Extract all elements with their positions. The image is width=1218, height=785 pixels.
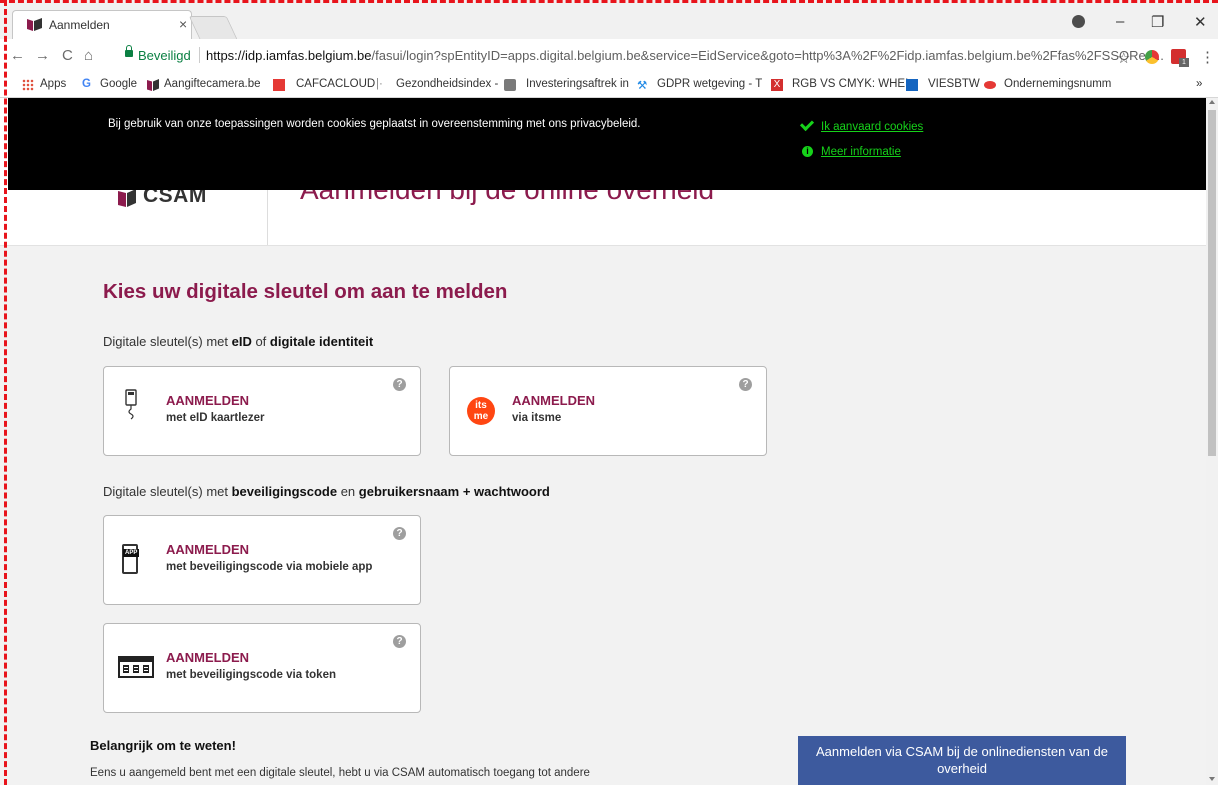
login-itsme-card[interactable]: its me AANMELDEN via itsme ? bbox=[449, 366, 767, 456]
card-title: AANMELDEN bbox=[512, 393, 596, 408]
help-icon[interactable]: ? bbox=[739, 378, 752, 391]
lips-icon bbox=[984, 81, 996, 89]
gavel-icon: ⚒ bbox=[637, 80, 648, 92]
accept-cookies-link[interactable]: Ik aanvaard cookies bbox=[821, 121, 923, 133]
minimize-button[interactable]: – bbox=[1116, 13, 1124, 30]
bookmark-star-icon[interactable]: ☆ bbox=[1117, 49, 1130, 67]
csam-logo-icon bbox=[118, 189, 136, 207]
address-bar[interactable]: Beveiligd https://idp.iamfas.belgium.be/… bbox=[112, 44, 1164, 68]
help-icon[interactable]: ? bbox=[393, 378, 406, 391]
checkmark-icon bbox=[799, 116, 815, 132]
token-icon bbox=[118, 656, 154, 678]
tab-title: Aanmelden bbox=[49, 18, 110, 32]
login-eid-card[interactable]: AANMELDEN met eID kaartlezer ? bbox=[103, 366, 421, 456]
card-title: AANMELDEN bbox=[166, 393, 250, 408]
mobile-app-icon: APP bbox=[122, 544, 140, 574]
browser-tab[interactable]: Aanmelden × bbox=[12, 10, 192, 40]
new-tab-button[interactable] bbox=[188, 16, 238, 39]
apps-grid-icon bbox=[22, 79, 34, 91]
url-divider bbox=[199, 47, 200, 63]
cafca-icon bbox=[273, 79, 285, 91]
important-title: Belangrijk om te weten! bbox=[90, 738, 236, 753]
bookmark-ondernemingsnummer[interactable]: Ondernemingsnumm bbox=[1004, 78, 1111, 90]
cookie-text: Bij gebruik van onze toepassingen worden… bbox=[108, 118, 641, 130]
bookmarks-bar: Apps G Google Aangiftecamera.be CAFCACLO… bbox=[0, 73, 1218, 98]
csam-login-button[interactable]: Aanmelden via CSAM bij de onlinediensten… bbox=[798, 736, 1126, 785]
lock-icon bbox=[125, 45, 133, 57]
bookmark-google[interactable]: Google bbox=[100, 78, 137, 90]
important-text: Eens u aangemeld bent met een digitale s… bbox=[90, 767, 590, 779]
capture-border-left bbox=[4, 0, 7, 785]
csam-favicon-icon bbox=[27, 18, 42, 31]
home-button[interactable]: ⌂ bbox=[84, 47, 93, 64]
page-content: CSAM Aanmelden bij de online overheid Bi… bbox=[0, 98, 1206, 785]
cookie-banner: Bij gebruik van onze toepassingen worden… bbox=[8, 98, 1206, 190]
secure-label: Beveiligd bbox=[138, 48, 191, 63]
csam-icon bbox=[147, 79, 159, 91]
back-button[interactable]: ← bbox=[10, 47, 25, 64]
browser-toolbar: ← → C ⌂ Beveiligd https://idp.iamfas.bel… bbox=[0, 39, 1218, 74]
bookmark-aangiftecamera[interactable]: Aangiftecamera.be bbox=[164, 78, 261, 90]
x-icon: X bbox=[771, 79, 783, 91]
browser-menu-icon[interactable]: ⋮ bbox=[1200, 48, 1215, 66]
help-icon[interactable]: ? bbox=[393, 635, 406, 648]
card-subtitle: met beveiligingscode via mobiele app bbox=[166, 561, 373, 573]
page-scrollbar[interactable] bbox=[1206, 98, 1218, 785]
extension-badge: 1 bbox=[1179, 58, 1189, 67]
bookmarks-overflow-button[interactable]: » bbox=[1196, 78, 1202, 90]
more-info-link[interactable]: Meer informatie bbox=[821, 146, 901, 158]
help-icon[interactable]: ? bbox=[393, 527, 406, 540]
bookmark-investeringsaftrek[interactable]: Investeringsaftrek in bbox=[526, 78, 629, 90]
google-icon: G bbox=[82, 78, 91, 90]
itsme-icon: its me bbox=[467, 397, 495, 425]
bookmark-apps[interactable]: Apps bbox=[40, 78, 66, 90]
restore-button[interactable]: ❐ bbox=[1151, 13, 1164, 31]
card-title: AANMELDEN bbox=[166, 650, 250, 665]
login-mobile-app-card[interactable]: APP AANMELDEN met beveiligingscode via m… bbox=[103, 515, 421, 605]
url-text: https://idp.iamfas.belgium.be/fasui/logi… bbox=[206, 48, 1164, 63]
section-code-label: Digitale sleutel(s) met beveiligingscode… bbox=[103, 484, 550, 499]
card-reader-icon bbox=[125, 389, 137, 420]
invest-icon bbox=[504, 79, 516, 91]
app-badge: APP bbox=[123, 549, 140, 557]
info-icon: i bbox=[802, 146, 813, 157]
card-subtitle: via itsme bbox=[512, 412, 562, 424]
card-title: AANMELDEN bbox=[166, 542, 250, 557]
reload-button[interactable]: C bbox=[62, 47, 73, 64]
bookmark-cafcacloud[interactable]: CAFCACLOUD bbox=[296, 78, 375, 90]
extension-icon[interactable] bbox=[1145, 50, 1159, 64]
card-subtitle: met eID kaartlezer bbox=[166, 412, 265, 424]
capture-border-top bbox=[0, 0, 1218, 3]
profile-icon[interactable] bbox=[1072, 15, 1085, 28]
main-heading: Kies uw digitale sleutel om aan te melde… bbox=[103, 280, 508, 303]
scroll-up-icon[interactable] bbox=[1209, 100, 1215, 104]
section-eid-label: Digitale sleutel(s) met eID of digitale … bbox=[103, 334, 374, 349]
bookmark-gezondheidsindex[interactable]: Gezondheidsindex - bbox=[396, 78, 498, 90]
forward-button[interactable]: → bbox=[35, 47, 50, 64]
scroll-thumb[interactable] bbox=[1208, 110, 1216, 456]
chart-icon: |· bbox=[376, 78, 383, 90]
scroll-down-icon[interactable] bbox=[1209, 777, 1215, 781]
browser-tabstrip: Aanmelden × – ❐ ✕ bbox=[0, 0, 1218, 40]
eu-flag-icon bbox=[906, 79, 918, 91]
card-subtitle: met beveiligingscode via token bbox=[166, 669, 336, 681]
bookmark-rgb-cmyk[interactable]: RGB VS CMYK: WHEI bbox=[792, 78, 908, 90]
close-window-button[interactable]: ✕ bbox=[1194, 13, 1207, 31]
header-divider bbox=[267, 190, 268, 245]
bookmark-viesbtw[interactable]: VIESBTW bbox=[928, 78, 980, 90]
login-token-card[interactable]: AANMELDEN met beveiligingscode via token… bbox=[103, 623, 421, 713]
tab-close-icon[interactable]: × bbox=[179, 16, 187, 32]
bookmark-gdpr[interactable]: GDPR wetgeving - T bbox=[657, 78, 762, 90]
